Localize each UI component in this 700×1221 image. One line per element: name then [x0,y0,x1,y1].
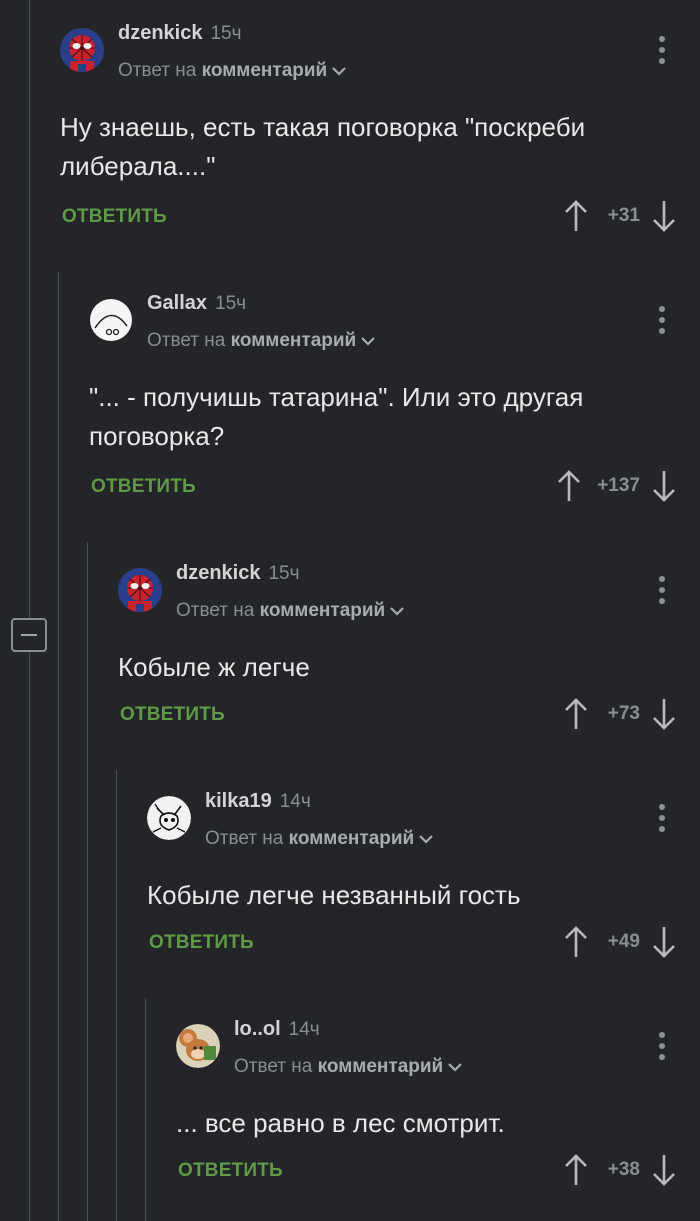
downvote-arrow-icon[interactable] [652,469,676,503]
cartoon-face-avatar[interactable] [89,298,133,342]
reply-button[interactable]: ОТВЕТИТЬ [178,1160,283,1182]
thread-line [58,272,59,1221]
upvote-arrow-icon[interactable] [564,199,588,233]
downvote-arrow-icon[interactable] [652,1153,676,1187]
comment-text: Кобыле легче незванный гость [147,880,521,910]
rating: +49 [564,922,676,962]
rating-score: +31 [607,205,640,226]
thread-line [145,998,146,1221]
more-options-icon[interactable] [654,1032,670,1060]
timestamp: 14ч [279,791,311,812]
upvote-arrow-icon[interactable] [564,697,588,731]
rating-score: +137 [597,475,640,496]
upvote-arrow-icon[interactable] [557,469,581,503]
reply-button[interactable]: ОТВЕТИТЬ [62,206,167,228]
chevron-down-icon[interactable] [389,605,405,617]
chevron-down-icon[interactable] [447,1061,463,1073]
parent-comment-link[interactable]: комментарий [231,330,357,351]
reply-button[interactable]: ОТВЕТИТЬ [91,476,196,498]
downvote-arrow-icon[interactable] [652,925,676,959]
rating-score: +73 [607,703,640,724]
reply-to-info: Ответ на комментарий [205,828,434,850]
timestamp: 15ч [215,293,247,314]
reply-button[interactable]: ОТВЕТИТЬ [120,704,225,726]
more-options-icon[interactable] [654,576,670,604]
username[interactable]: lo..ol 14ч [234,1018,320,1041]
parent-comment-link[interactable]: комментарий [289,828,415,849]
thread-line [116,770,117,1221]
rating: +137 [557,466,676,506]
parent-comment-link[interactable]: комментарий [318,1056,444,1077]
rating: +73 [564,694,676,734]
comment-text: ... все равно в лес смотрит. [176,1108,505,1138]
rating-score: +49 [607,931,640,952]
more-options-icon[interactable] [654,804,670,832]
timestamp: 15ч [268,563,300,584]
parent-comment-link[interactable]: комментарий [202,60,328,81]
rating: +31 [564,196,676,236]
downvote-arrow-icon[interactable] [652,199,676,233]
comment: Gallax 15ч Ответ на комментарий "... - по… [89,270,700,540]
collapse-thread-button[interactable] [11,618,47,652]
reply-to-info: Ответ на комментарий [118,60,347,82]
rating-score: +38 [607,1159,640,1180]
parent-comment-link[interactable]: комментарий [260,600,386,621]
spiderman-avatar[interactable] [118,568,162,612]
upvote-arrow-icon[interactable] [564,925,588,959]
reply-to-info: Ответ на комментарий [234,1056,463,1078]
more-options-icon[interactable] [654,36,670,64]
cartoon-mouse-avatar[interactable] [176,1024,220,1068]
comment: dzenkick 15ч Ответ на комментарий Ну знае… [60,0,700,270]
username[interactable]: kilka19 14ч [205,790,311,813]
sketch-cat-avatar[interactable] [147,796,191,840]
username[interactable]: dzenkick 15ч [176,562,300,585]
username[interactable]: Gallax 15ч [147,292,246,315]
spiderman-avatar[interactable] [60,28,104,72]
thread-line [29,652,30,1221]
comment-text: Кобыле ж легче [118,652,310,682]
thread-line [29,0,30,618]
downvote-arrow-icon[interactable] [652,697,676,731]
reply-to-info: Ответ на комментарий [176,600,405,622]
thread-line [87,542,88,1221]
comment-text: Ну знаешь, есть такая поговорка "поскреб… [60,112,586,181]
upvote-arrow-icon[interactable] [564,1153,588,1187]
more-options-icon[interactable] [654,306,670,334]
comment-text: "... - получишь татарина". Или это друга… [89,382,584,451]
comment: lo..ol 14ч Ответ на комментарий ... все р… [176,996,700,1221]
chevron-down-icon[interactable] [418,833,434,845]
rating: +38 [564,1150,676,1190]
reply-to-info: Ответ на комментарий [147,330,376,352]
timestamp: 14ч [288,1019,320,1040]
timestamp: 15ч [210,23,242,44]
chevron-down-icon[interactable] [360,335,376,347]
minus-icon [21,634,37,636]
username[interactable]: dzenkick 15ч [118,22,242,45]
chevron-down-icon[interactable] [331,65,347,77]
reply-button[interactable]: ОТВЕТИТЬ [149,932,254,954]
